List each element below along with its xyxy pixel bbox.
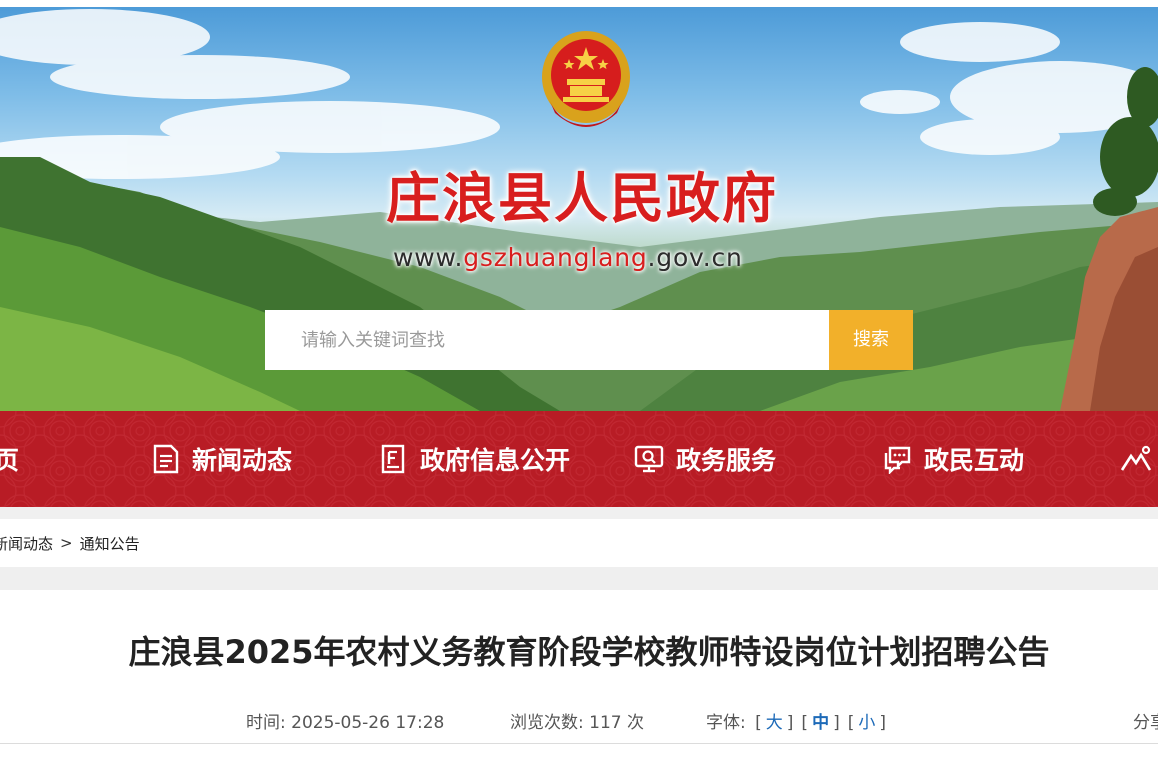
site-url-suffix: .gov.cn xyxy=(647,243,743,272)
info-disclosure-icon xyxy=(380,444,408,474)
national-emblem-icon xyxy=(542,31,630,127)
page: 庄浪县人民政府 www.gszhuanglang.gov.cn 搜索 xyxy=(0,0,1158,767)
publish-time-value: 2025-05-26 17:28 xyxy=(291,713,445,733)
chat-bubbles-icon xyxy=(882,444,912,474)
nav-item-home-label: 页 xyxy=(0,446,20,475)
breadcrumb-separator: > xyxy=(60,534,73,552)
font-size-control: 字体: [大][中][小] xyxy=(706,713,886,733)
service-monitor-icon xyxy=(634,444,664,474)
mountain-icon xyxy=(1120,444,1152,474)
publish-time: 时间: 2025-05-26 17:28 xyxy=(246,705,444,741)
nav-item-news[interactable]: 新闻动态 xyxy=(152,411,292,507)
view-count: 浏览次数: 117 次 xyxy=(510,705,644,741)
nav-item-more[interactable] xyxy=(1120,411,1158,507)
nav-item-interaction-label: 政民互动 xyxy=(924,446,1025,475)
view-count-label: 浏览次数: xyxy=(510,713,584,733)
site-url-prefix: www. xyxy=(393,243,464,272)
search-button[interactable]: 搜索 xyxy=(829,310,913,370)
search-box xyxy=(265,310,829,370)
nav-item-home[interactable]: 页 xyxy=(0,411,19,507)
nav-item-news-label: 新闻动态 xyxy=(192,446,293,475)
breadcrumb: 新闻动态 > 通知公告 xyxy=(0,519,1158,567)
publish-time-label: 时间: xyxy=(246,713,286,733)
search-input[interactable] xyxy=(265,310,829,370)
meta-divider xyxy=(0,743,1158,744)
font-size-medium-button[interactable]: 中 xyxy=(812,713,829,733)
section-divider xyxy=(0,567,1158,590)
header-banner: 庄浪县人民政府 www.gszhuanglang.gov.cn 搜索 xyxy=(0,7,1158,411)
top-strip xyxy=(0,0,1158,7)
font-size-label: 字体: xyxy=(706,713,746,733)
article-title: 庄浪县2025年农村义务教育阶段学校教师特设岗位计划招聘公告 xyxy=(128,633,1050,671)
nav-gap xyxy=(0,507,1158,519)
news-document-icon xyxy=(152,444,180,474)
site-title: 庄浪县人民政府 xyxy=(386,166,778,230)
share-button[interactable]: 分享 xyxy=(1133,705,1158,741)
view-count-value: 117 次 xyxy=(589,713,644,733)
nav-item-services-label: 政务服务 xyxy=(676,446,777,475)
font-size-large-button[interactable]: 大 xyxy=(766,713,783,733)
main-nav: 页 新闻动态 政府信息公开 政务服务 政民互动 xyxy=(0,411,1158,507)
breadcrumb-news-link[interactable]: 新闻动态 xyxy=(0,533,53,554)
nav-item-info-disclosure-label: 政府信息公开 xyxy=(420,446,571,475)
nav-item-interaction[interactable]: 政民互动 xyxy=(882,411,1024,507)
site-url-domain: gszhuanglang xyxy=(463,243,648,272)
font-size-small-button[interactable]: 小 xyxy=(858,713,875,733)
nav-item-services[interactable]: 政务服务 xyxy=(634,411,776,507)
breadcrumb-notices-link[interactable]: 通知公告 xyxy=(80,533,140,554)
nav-item-info-disclosure[interactable]: 政府信息公开 xyxy=(380,411,570,507)
site-url: www.gszhuanglang.gov.cn xyxy=(393,241,743,275)
